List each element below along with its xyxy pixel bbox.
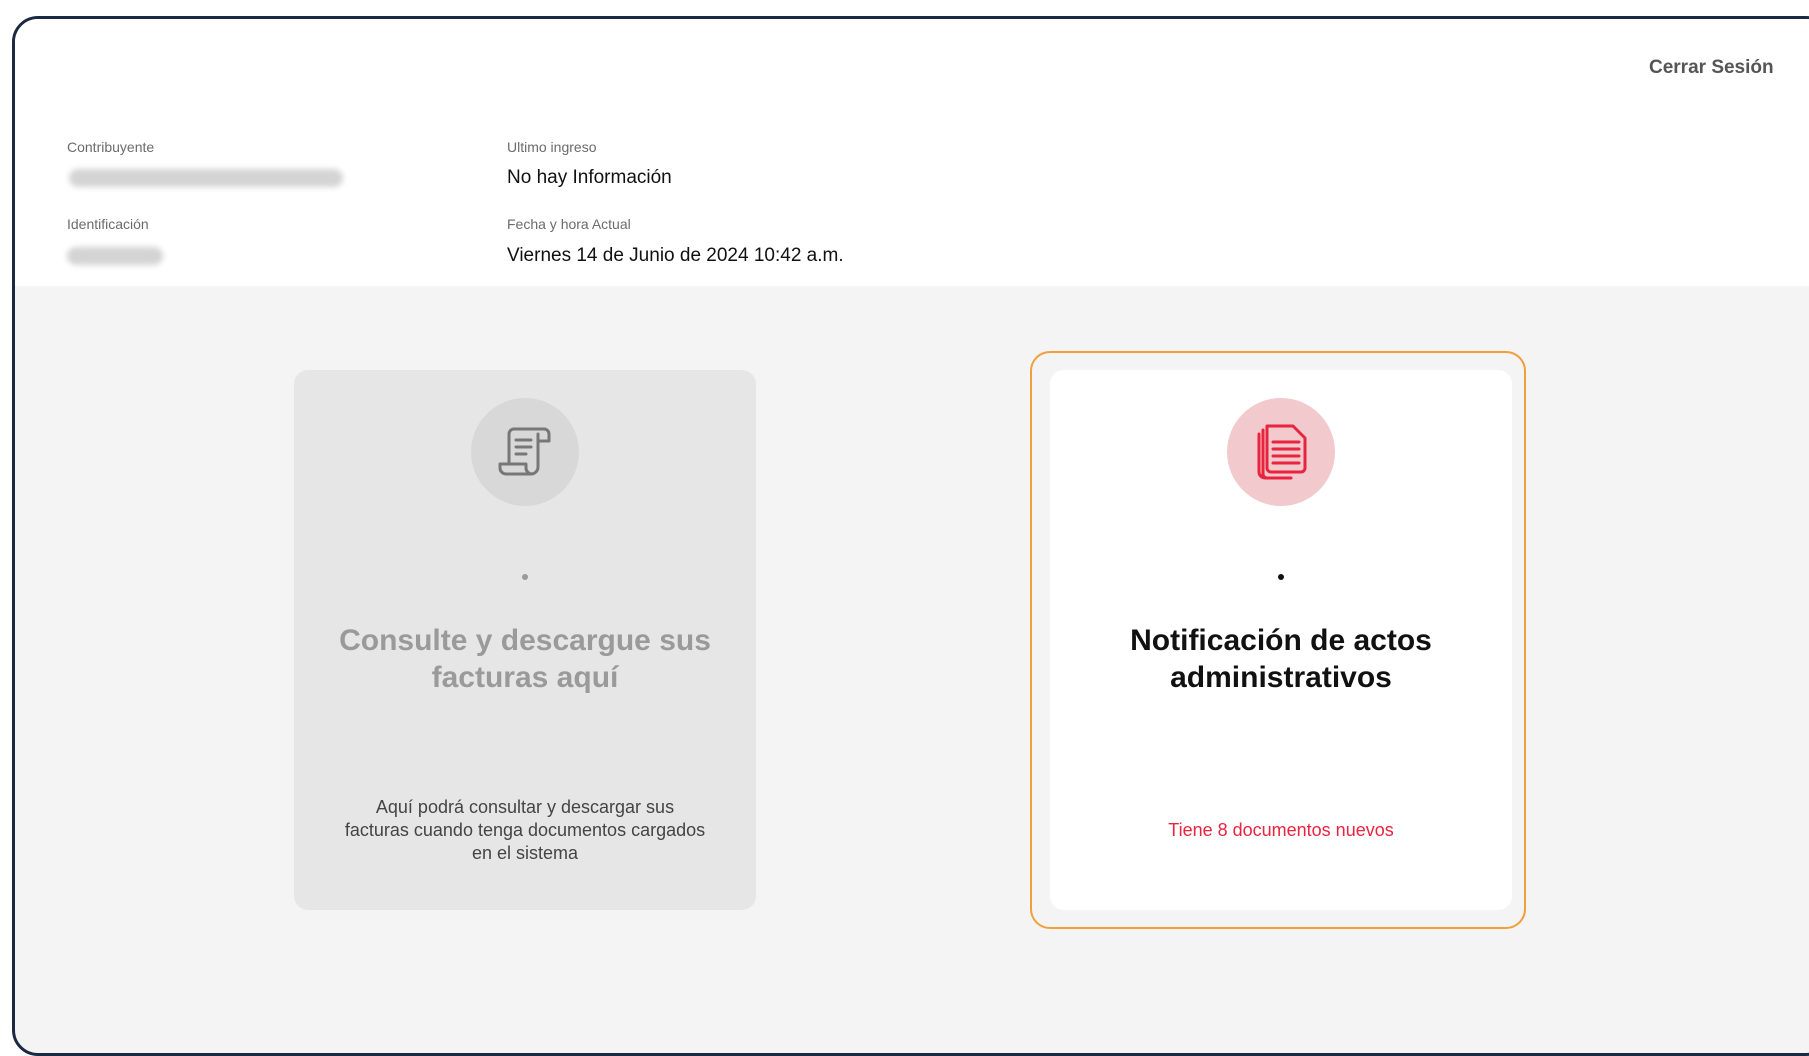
last-login-value: No hay Información: [507, 167, 672, 188]
invoices-card: Consulte y descargue sus facturas aquí A…: [294, 370, 756, 910]
user-info-header: Cerrar Sesión Contribuyente Identificaci…: [15, 19, 1809, 286]
documents-icon: [1257, 424, 1307, 480]
current-datetime-label: Fecha y hora Actual: [507, 216, 631, 232]
separator-dot: [522, 574, 528, 580]
receipt-scroll-icon: [498, 427, 551, 476]
notifications-card-title: Notificación de actos administrativos: [1130, 624, 1432, 694]
taxpayer-name-redacted: [69, 169, 343, 187]
invoices-card-title: Consulte y descargue sus facturas aquí: [339, 624, 711, 694]
app-frame: Cerrar Sesión Contribuyente Identificaci…: [12, 16, 1809, 1056]
invoices-icon-circle: [471, 398, 579, 506]
taxpayer-label: Contribuyente: [67, 139, 155, 155]
invoices-card-description: Aquí podrá consultar y descargar sus fac…: [344, 797, 706, 863]
id-label: Identificación: [67, 216, 149, 232]
new-documents-note: Tiene 8 documentos nuevos: [1168, 820, 1394, 840]
logout-link[interactable]: Cerrar Sesión: [1649, 57, 1774, 79]
notifications-icon-circle: [1227, 398, 1335, 506]
notifications-card[interactable]: Notificación de actos administrativos Ti…: [1050, 370, 1512, 910]
last-login-label: Ultimo ingreso: [507, 139, 597, 155]
id-number-redacted: [67, 247, 163, 265]
current-datetime-value: Viernes 14 de Junio de 2024 10:42 a.m.: [507, 245, 844, 266]
separator-dot: [1278, 574, 1284, 580]
